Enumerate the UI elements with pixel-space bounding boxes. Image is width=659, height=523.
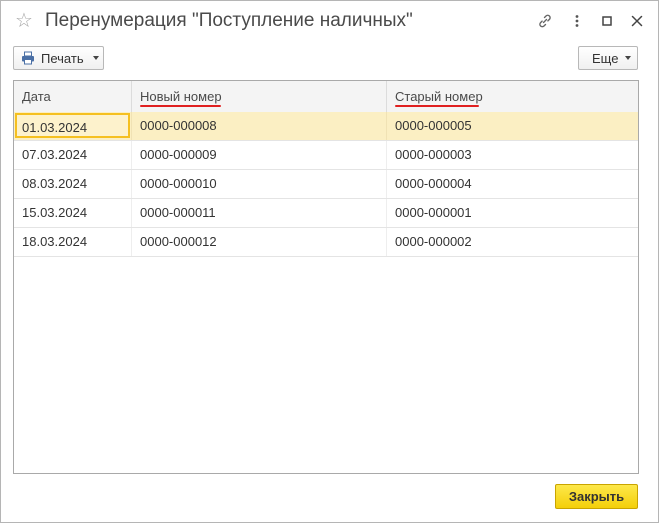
table-row[interactable]: 07.03.2024 0000-000009 0000-000003 xyxy=(14,141,638,170)
new-number-cell[interactable]: 0000-000008 xyxy=(131,112,386,140)
column-header-new-number[interactable]: Новый номер xyxy=(131,81,386,112)
close-button[interactable]: Закрыть xyxy=(555,484,638,509)
title-bar: ☆ Перенумерация "Поступление наличных" xyxy=(1,1,658,41)
close-icon[interactable] xyxy=(625,9,649,33)
more-button-label: Еще xyxy=(592,50,619,66)
star-icon[interactable]: ☆ xyxy=(15,9,33,33)
column-header-old-number-label: Старый номер xyxy=(395,89,483,104)
column-header-new-number-label: Новый номер xyxy=(140,89,222,104)
date-cell[interactable]: 07.03.2024 xyxy=(14,141,131,169)
table-row[interactable]: 01.03.2024 0000-000008 0000-000005 xyxy=(14,112,638,141)
old-number-cell[interactable]: 0000-000002 xyxy=(386,228,638,256)
table-body: 01.03.2024 0000-000008 0000-000005 07.03… xyxy=(14,112,638,257)
date-cell[interactable]: 01.03.2024 xyxy=(15,113,130,138)
old-number-cell[interactable]: 0000-000004 xyxy=(386,170,638,198)
print-button[interactable]: Печать xyxy=(13,46,104,70)
new-number-cell[interactable]: 0000-000010 xyxy=(131,170,386,198)
print-button-label: Печать xyxy=(41,50,84,66)
dialog-window: ☆ Перенумерация "Поступление наличных" П… xyxy=(0,0,659,523)
annotation-underline xyxy=(140,105,221,107)
old-number-cell[interactable]: 0000-000005 xyxy=(386,112,638,140)
new-number-cell[interactable]: 0000-000009 xyxy=(131,141,386,169)
column-header-date[interactable]: Дата xyxy=(14,81,131,112)
annotation-underline xyxy=(395,105,479,107)
table-header: Дата Новый номер Старый номер xyxy=(14,81,638,113)
table-row[interactable]: 08.03.2024 0000-000010 0000-000004 xyxy=(14,170,638,199)
new-number-cell[interactable]: 0000-000011 xyxy=(131,199,386,227)
column-header-old-number[interactable]: Старый номер xyxy=(386,81,638,112)
link-icon[interactable] xyxy=(533,9,557,33)
printer-icon xyxy=(21,51,35,65)
more-vertical-icon[interactable] xyxy=(565,9,589,33)
table-row[interactable]: 15.03.2024 0000-000011 0000-000001 xyxy=(14,199,638,228)
date-cell[interactable]: 18.03.2024 xyxy=(14,228,131,256)
more-button[interactable]: Еще xyxy=(578,46,638,70)
renumbering-table: Дата Новый номер Старый номер 01.03.2024… xyxy=(13,80,639,474)
chevron-down-icon xyxy=(92,56,99,60)
date-cell[interactable]: 15.03.2024 xyxy=(14,199,131,227)
window-title: Перенумерация "Поступление наличных" xyxy=(45,10,413,31)
chevron-down-icon xyxy=(625,56,632,60)
table-row[interactable]: 18.03.2024 0000-000012 0000-000002 xyxy=(14,228,638,257)
old-number-cell[interactable]: 0000-000001 xyxy=(386,199,638,227)
new-number-cell[interactable]: 0000-000012 xyxy=(131,228,386,256)
maximize-icon[interactable] xyxy=(595,9,619,33)
date-cell[interactable]: 08.03.2024 xyxy=(14,170,131,198)
old-number-cell[interactable]: 0000-000003 xyxy=(386,141,638,169)
